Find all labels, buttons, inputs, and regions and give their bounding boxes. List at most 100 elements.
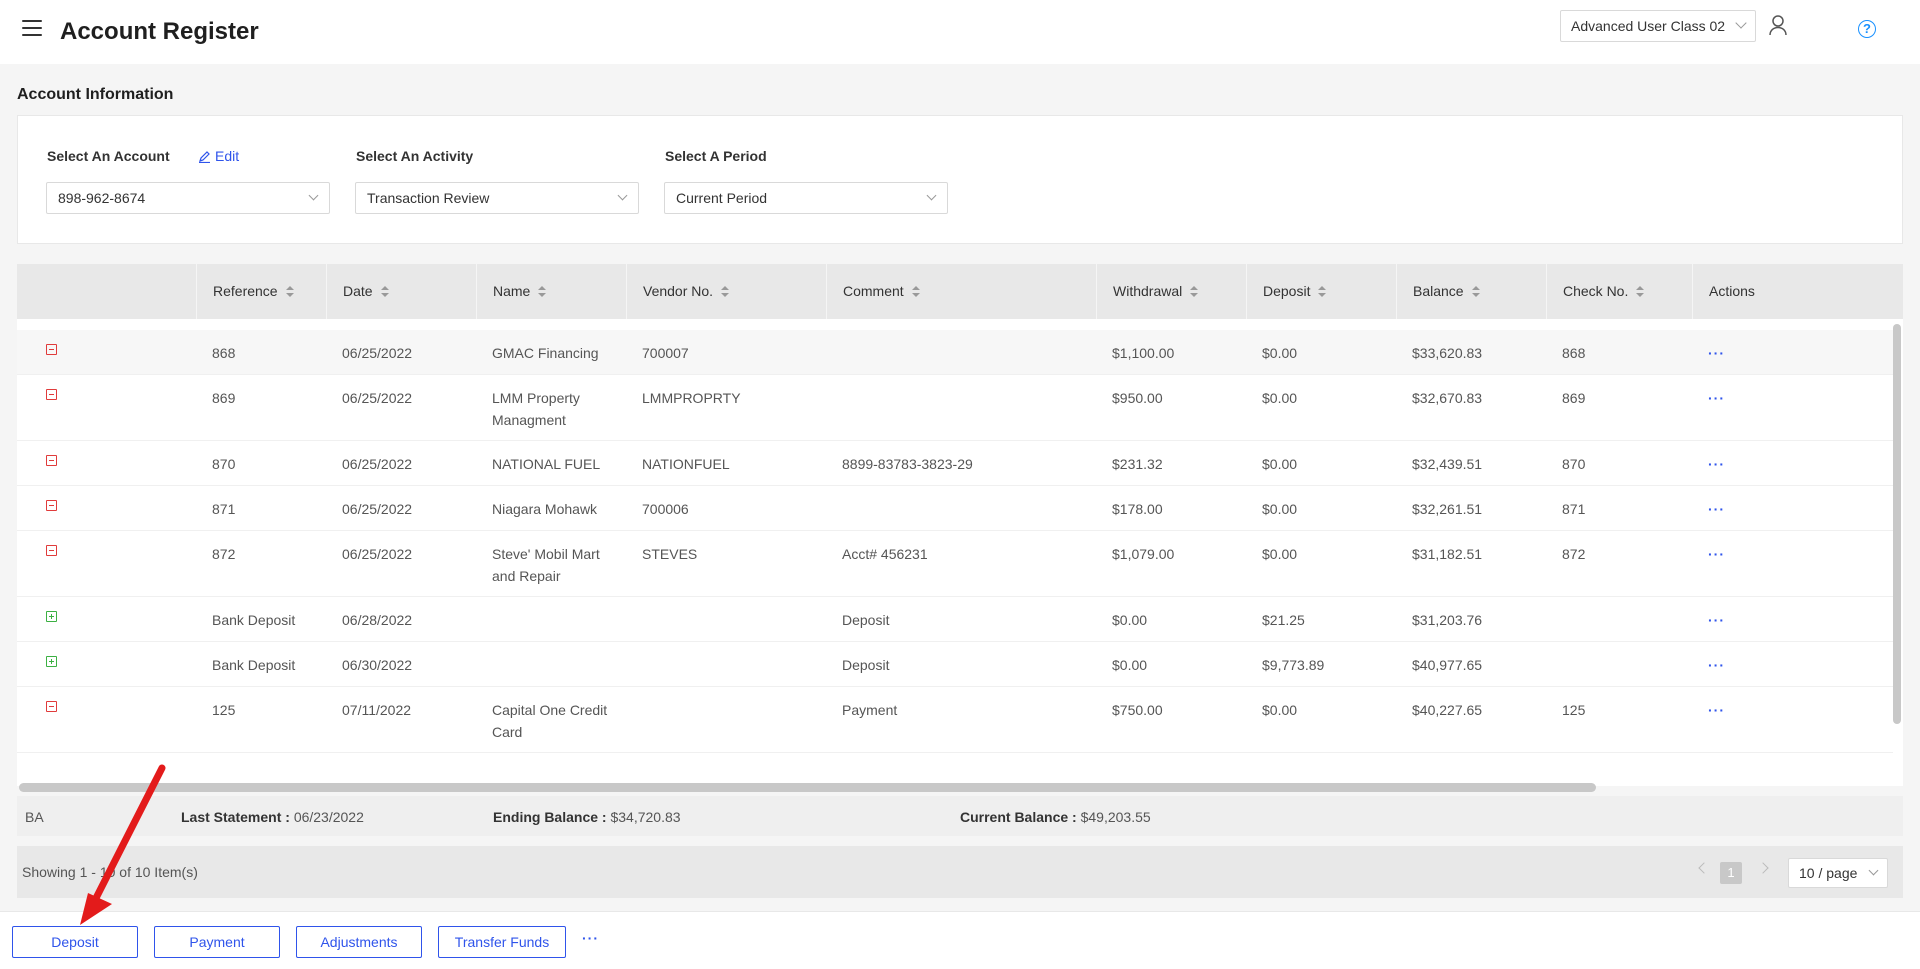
more-actions-icon[interactable]: ··· <box>582 930 599 946</box>
cell-comment: Deposit <box>842 657 890 673</box>
column-name[interactable]: Name <box>476 264 626 319</box>
table-row[interactable]: Bank Deposit07/12/2022Deposit$0.00$1,500… <box>17 753 1893 754</box>
sort-icon[interactable] <box>721 286 730 298</box>
column-deposit[interactable]: Deposit <box>1246 264 1396 319</box>
horizontal-scrollbar[interactable] <box>19 783 1596 792</box>
column-reference[interactable]: Reference <box>196 264 326 319</box>
row-actions-icon[interactable]: ··· <box>1708 453 1788 475</box>
account-label: Select An Account <box>47 148 170 164</box>
row-actions-icon[interactable]: ··· <box>1708 543 1788 565</box>
row-actions-icon[interactable]: ··· <box>1708 498 1788 520</box>
table-row[interactable]: 871 06/25/2022 Niagara Mohawk 700006 $178.00… <box>17 486 1893 531</box>
deposit-button[interactable]: Deposit <box>12 926 138 958</box>
adjustments-button[interactable]: Adjustments <box>296 926 422 958</box>
register-table: Reference Date Name Vendor No. Comment W… <box>17 264 1903 786</box>
cell-balance: $40,227.65 <box>1412 702 1483 718</box>
current-balance-value: $49,203.55 <box>1080 809 1151 825</box>
period-select[interactable]: Current Period <box>664 182 948 214</box>
cell-name: Capital One Credit Card <box>492 702 608 740</box>
previous-page-icon[interactable] <box>1698 862 1710 874</box>
sort-icon[interactable] <box>1471 286 1480 298</box>
account-select[interactable]: 898-962-8674 <box>46 182 330 214</box>
cell-balance: $40,977.65 <box>1412 657 1483 673</box>
row-actions-icon[interactable]: ··· <box>1708 609 1788 631</box>
edit-account-link[interactable]: Edit <box>198 148 239 164</box>
cell-name: GMAC Financing <box>492 345 599 361</box>
minus-square-icon <box>46 344 57 355</box>
chevron-down-icon <box>926 190 937 201</box>
cell-deposit: $9,773.89 <box>1262 657 1325 673</box>
table-row[interactable]: Bank Deposit 06/30/2022 Deposit $0.00 $9,773… <box>17 642 1893 687</box>
sort-icon[interactable] <box>285 286 294 298</box>
column-comment[interactable]: Comment <box>826 264 1096 319</box>
cell-withdrawal: $0.00 <box>1112 612 1148 628</box>
user-class-select[interactable]: Advanced User Class 02 <box>1560 10 1756 42</box>
table-row[interactable]: 869 06/25/2022 LMM Property Managment LMMPR… <box>17 375 1893 441</box>
cell-vendor-no: 700007 <box>642 345 689 361</box>
table-row[interactable]: 125 07/11/2022 Capital One Credit Card Paym… <box>17 687 1893 753</box>
activity-select[interactable]: Transaction Review <box>355 182 639 214</box>
cell-check-no: 870 <box>1562 456 1586 472</box>
row-actions-icon[interactable]: ··· <box>1708 342 1788 364</box>
sort-icon[interactable] <box>380 286 389 298</box>
plus-square-icon <box>46 656 57 667</box>
sort-icon[interactable] <box>1636 286 1645 298</box>
period-label: Select A Period <box>665 148 767 164</box>
cell-date: 06/30/2022 <box>342 657 413 673</box>
sort-icon[interactable] <box>538 286 547 298</box>
cell-vendor-no: 700006 <box>642 501 689 517</box>
showing-count: Showing 1 - 10 of 10 Item(s) <box>22 864 198 880</box>
column-date[interactable]: Date <box>326 264 476 319</box>
column-label: Check No. <box>1563 283 1629 299</box>
transfer-funds-button[interactable]: Transfer Funds <box>438 926 566 958</box>
hamburger-menu-icon[interactable] <box>22 20 42 38</box>
cell-date: 06/25/2022 <box>342 456 413 472</box>
cell-name: Niagara Mohawk <box>492 501 598 517</box>
chevron-down-icon <box>1735 17 1747 29</box>
column-label: Balance <box>1413 283 1464 299</box>
cell-deposit: $0.00 <box>1262 390 1298 406</box>
help-icon[interactable]: ? <box>1858 20 1876 38</box>
page-size-value: 10 / page <box>1799 865 1858 881</box>
cell-withdrawal: $231.32 <box>1112 456 1163 472</box>
cell-deposit: $0.00 <box>1262 501 1298 517</box>
vertical-scrollbar[interactable] <box>1893 324 1901 724</box>
cell-withdrawal: $950.00 <box>1112 390 1163 406</box>
cell-balance: $33,620.83 <box>1412 345 1483 361</box>
payment-button[interactable]: Payment <box>154 926 280 958</box>
column-type <box>17 264 196 319</box>
user-icon[interactable] <box>1768 14 1788 36</box>
column-actions: Actions <box>1692 264 1903 319</box>
cell-comment: Deposit <box>842 612 890 628</box>
row-actions-icon[interactable]: ··· <box>1708 387 1788 409</box>
row-actions-icon[interactable]: ··· <box>1708 699 1788 721</box>
table-row[interactable]: 872 06/25/2022 Steve' Mobil Mart and Repai… <box>17 531 1893 597</box>
sort-icon[interactable] <box>1318 286 1327 298</box>
column-balance[interactable]: Balance <box>1396 264 1546 319</box>
column-withdrawal[interactable]: Withdrawal <box>1096 264 1246 319</box>
row-actions-icon[interactable]: ··· <box>1708 654 1788 676</box>
column-label: Deposit <box>1263 283 1311 299</box>
column-check-no[interactable]: Check No. <box>1546 264 1692 319</box>
page-number-button[interactable]: 1 <box>1720 862 1742 884</box>
table-row[interactable]: Bank Deposit 06/28/2022 Deposit $0.00 $21.25… <box>17 597 1893 642</box>
cell-check-no: 872 <box>1562 546 1586 562</box>
page-size-select[interactable]: 10 / page <box>1788 858 1888 888</box>
current-balance-label: Current Balance : <box>960 809 1077 825</box>
table-header: Reference Date Name Vendor No. Comment W… <box>17 264 1903 319</box>
table-row[interactable]: 868 06/25/2022 GMAC Financing 700007 $1,100.… <box>17 330 1893 375</box>
chevron-down-icon <box>617 190 628 201</box>
edit-pencil-icon <box>199 151 210 164</box>
cell-vendor-no: STEVES <box>642 546 698 562</box>
sort-icon[interactable] <box>1190 286 1199 298</box>
next-page-icon[interactable] <box>1757 862 1769 874</box>
account-select-value: 898-962-8674 <box>58 190 146 206</box>
column-vendor-no[interactable]: Vendor No. <box>626 264 826 319</box>
cell-date: 06/25/2022 <box>342 345 413 361</box>
chevron-down-icon <box>1868 865 1879 876</box>
sort-icon[interactable] <box>911 286 920 298</box>
cell-vendor-no: LMMPROPRTY <box>642 390 741 406</box>
table-row[interactable]: 870 06/25/2022 NATIONAL FUEL NATIONFUEL 8899… <box>17 441 1893 486</box>
account-selector-panel: Select An Account Edit 898-962-8674 Sele… <box>17 115 1903 244</box>
cell-vendor-no: NATIONFUEL <box>642 456 730 472</box>
